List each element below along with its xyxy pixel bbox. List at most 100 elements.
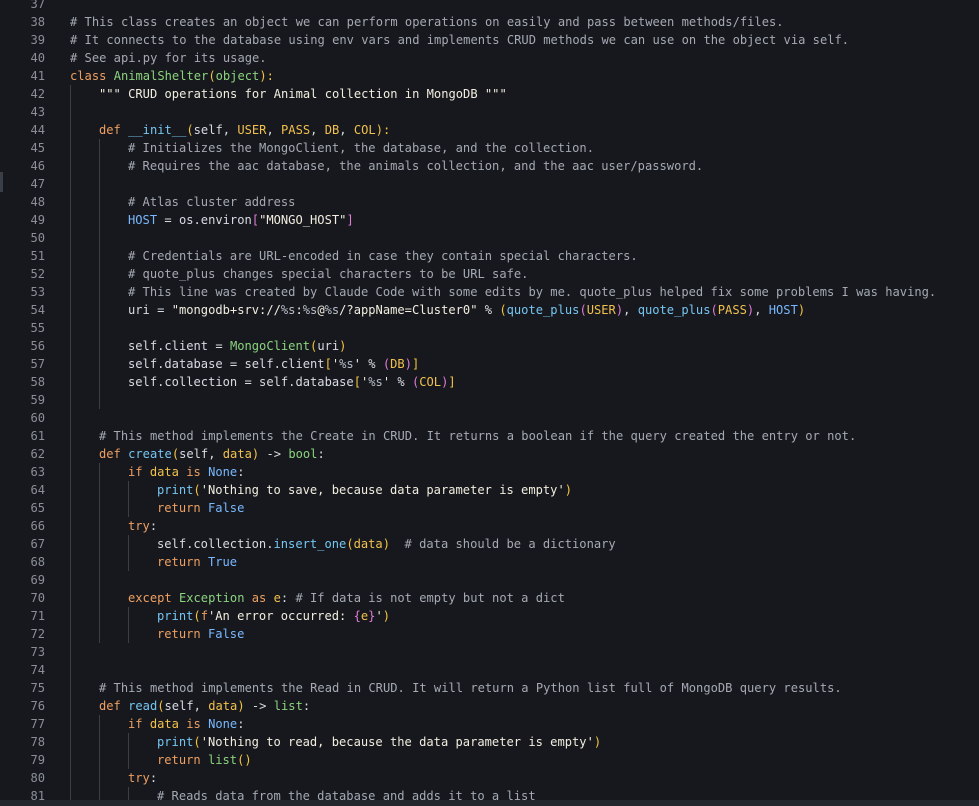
indent-guide [70, 751, 71, 769]
code-line[interactable]: 60 [0, 409, 979, 427]
code-token: ( [193, 609, 201, 623]
code-line[interactable]: 37 [0, 0, 979, 13]
code-line[interactable]: 65 return False [0, 499, 979, 517]
code-line[interactable]: 76 def read(self, data) -> list: [0, 697, 979, 715]
code-text[interactable]: def __init__(self, USER, PASS, DB, COL): [99, 121, 390, 139]
code-line[interactable]: 52 # quote_plus changes special character… [0, 265, 979, 283]
code-text[interactable]: uri = "mongodb+srv://%s:%s@%s/?appName=C… [128, 301, 805, 319]
code-line[interactable]: 72 return False [0, 625, 979, 643]
code-text[interactable]: # Atlas cluster address [128, 193, 295, 211]
code-text[interactable]: def create(self, data) -> bool: [99, 445, 325, 463]
code-line[interactable]: 63 if data is None: [0, 463, 979, 481]
code-text[interactable]: if data is None: [128, 463, 245, 481]
code-line[interactable]: 38 # This class creates an object we can … [0, 13, 979, 31]
code-line[interactable]: 59 [0, 391, 979, 409]
code-text[interactable]: HOST = os.environ["MONGO_HOST"] [128, 211, 354, 229]
code-line[interactable]: 46 # Requires the aac database, the anima… [0, 157, 979, 175]
code-line[interactable]: 40 # See api.py for its usage. [0, 49, 979, 67]
code-text[interactable]: if data is None: [128, 715, 245, 733]
code-line[interactable]: 51 # Credentials are URL-encoded in case … [0, 247, 979, 265]
code-text[interactable]: # This method implements the Create in C… [99, 427, 856, 445]
code-line[interactable]: 54 uri = "mongodb+srv://%s:%s@%s/?appName… [0, 301, 979, 319]
code-text[interactable]: def read(self, data) -> list: [99, 697, 310, 715]
code-token: USER [237, 123, 267, 137]
code-text[interactable]: self.collection = self.database['%s' % (… [128, 373, 456, 391]
code-text[interactable]: self.collection.insert_one(data) # data … [157, 535, 616, 553]
line-number: 45 [30, 141, 45, 155]
code-text[interactable]: return False [157, 625, 244, 643]
code-line[interactable]: 79 return list() [0, 751, 979, 769]
code-line[interactable]: 39 # It connects to the database using en… [0, 31, 979, 49]
code-line[interactable]: 64 print('Nothing to save, because data p… [0, 481, 979, 499]
code-text[interactable]: try: [128, 517, 157, 535]
code-text[interactable]: print('Nothing to save, because data par… [157, 481, 572, 499]
code-line[interactable]: 49 HOST = os.environ["MONGO_HOST"] [0, 211, 979, 229]
code-line[interactable]: 42 """ CRUD operations for Animal collect… [0, 85, 979, 103]
code-editor[interactable]: 37 38 # This class creates an object we ca… [0, 0, 979, 806]
code-token: uri [317, 339, 340, 353]
code-line[interactable]: 61 # This method implements the Create in… [0, 427, 979, 445]
code-line[interactable]: 78 print('Nothing to read, because the da… [0, 733, 979, 751]
code-text[interactable]: # This line was created by Claude Code w… [128, 283, 936, 301]
code-line[interactable]: 77 if data is None: [0, 715, 979, 733]
indent-guide [99, 535, 100, 553]
code-line[interactable]: 57 self.database = self.client['%s' % (DB… [0, 355, 979, 373]
code-line[interactable]: 55 [0, 319, 979, 337]
code-text[interactable]: print('Nothing to read, because the data… [157, 733, 601, 751]
code-token: %s [368, 375, 383, 389]
code-line[interactable]: 69 [0, 571, 979, 589]
code-text[interactable]: # quote_plus changes special characters … [128, 265, 528, 283]
code-line[interactable]: 67 self.collection.insert_one(data) # dat… [0, 535, 979, 553]
code-token: read [128, 699, 158, 713]
code-text[interactable]: print(f'An error occurred: {e}') [157, 607, 390, 625]
code-line[interactable]: 80 try: [0, 769, 979, 787]
code-line[interactable]: 48 # Atlas cluster address [0, 193, 979, 211]
code-token: as [244, 591, 274, 605]
code-line[interactable]: 68 return True [0, 553, 979, 571]
code-line[interactable]: 62 def create(self, data) -> bool: [0, 445, 979, 463]
code-line[interactable]: 43 [0, 103, 979, 121]
code-token: COL [419, 375, 442, 389]
code-line[interactable]: 56 self.client = MongoClient(uri) [0, 337, 979, 355]
code-line[interactable]: 74 [0, 661, 979, 679]
code-text[interactable]: try: [128, 769, 157, 787]
code-line[interactable]: 58 self.collection = self.database['%s' %… [0, 373, 979, 391]
code-token: ( [710, 303, 718, 317]
code-line[interactable]: 41 class AnimalShelter(object): [0, 67, 979, 85]
code-text[interactable]: # Credentials are URL-encoded in case th… [128, 247, 638, 265]
code-line[interactable]: 47 [0, 175, 979, 193]
code-text[interactable]: # Requires the aac database, the animals… [128, 157, 703, 175]
code-text[interactable]: return True [157, 553, 237, 571]
code-line[interactable]: 50 [0, 229, 979, 247]
indent-guide [128, 553, 129, 571]
code-token: __init__ [128, 123, 187, 137]
code-text[interactable]: self.client = MongoClient(uri) [128, 337, 346, 355]
code-token: # Credentials are URL-encoded in case th… [128, 249, 638, 263]
code-line[interactable]: 66 try: [0, 517, 979, 535]
code-line[interactable]: 71 print(f'An error occurred: {e}') [0, 607, 979, 625]
code-text[interactable]: # This method implements the Read in CRU… [99, 679, 842, 697]
code-text[interactable]: """ CRUD operations for Animal collectio… [99, 85, 507, 103]
code-token: True [207, 555, 238, 569]
code-line[interactable]: 75 # This method implements the Read in C… [0, 679, 979, 697]
code-line[interactable]: 70 except Exception as e: # If data is no… [0, 589, 979, 607]
code-line[interactable]: 73 [0, 643, 979, 661]
code-token: PASS [281, 123, 311, 137]
code-lines[interactable]: 37 38 # This class creates an object we ca… [0, 0, 979, 805]
indent-guide [70, 733, 71, 751]
code-line[interactable]: 53 # This line was created by Claude Code… [0, 283, 979, 301]
code-text[interactable]: # It connects to the database using env … [70, 31, 849, 49]
code-text[interactable]: # This class creates an object we can pe… [70, 13, 784, 31]
horizontal-scrollbar[interactable] [0, 800, 979, 806]
code-text[interactable]: except Exception as e: # If data is not … [128, 589, 565, 607]
line-number: 66 [30, 519, 45, 533]
code-text[interactable]: return list() [157, 751, 252, 769]
code-text[interactable]: # Initializes the MongoClient, the datab… [128, 139, 594, 157]
code-text[interactable]: class AnimalShelter(object): [70, 67, 274, 85]
code-line[interactable]: 44 def __init__(self, USER, PASS, DB, COL… [0, 121, 979, 139]
indent-guide [99, 301, 100, 319]
code-text[interactable]: return False [157, 499, 244, 517]
code-text[interactable]: self.database = self.client['%s' % (DB)] [128, 355, 419, 373]
code-text[interactable]: # See api.py for its usage. [70, 49, 267, 67]
code-line[interactable]: 45 # Initializes the MongoClient, the dat… [0, 139, 979, 157]
